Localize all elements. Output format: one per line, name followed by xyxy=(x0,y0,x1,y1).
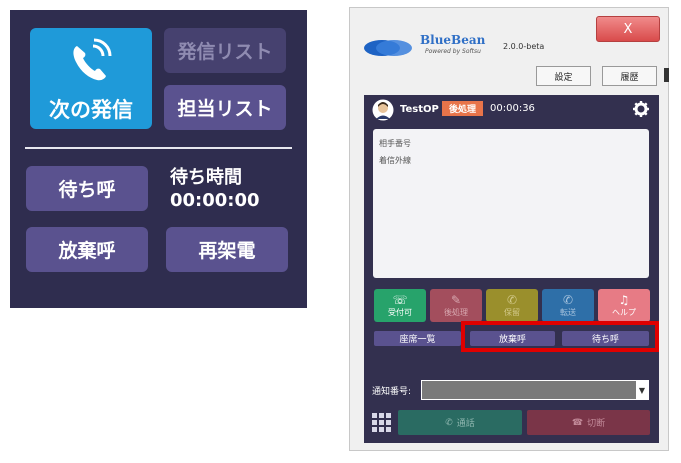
bell-icon: ♫ xyxy=(618,292,630,307)
recall-label: 再架電 xyxy=(198,240,256,262)
memo-icon: ✎ xyxy=(450,292,462,307)
seat-list-label: 座席一覧 xyxy=(399,335,436,345)
brand-name: BlueBean xyxy=(420,33,486,47)
settings-label: 設定 xyxy=(554,72,573,83)
version-label: 2.0.0-beta xyxy=(503,42,545,51)
zoomed-operator-panel: 次の発信 発信リスト 担当リスト 待ち呼 待ち時間 00:00:00 放棄呼 再… xyxy=(10,10,307,308)
phone-ringing-icon xyxy=(73,38,112,81)
info-line-caller: 相手番号 xyxy=(379,139,411,148)
next-call-button[interactable]: 次の発信 xyxy=(30,28,152,129)
notify-number-label: 通知番号: xyxy=(372,387,412,397)
call-button[interactable]: ✆ 通話 xyxy=(398,410,522,435)
gear-icon[interactable] xyxy=(633,101,649,117)
status-badge: 後処理 xyxy=(442,101,483,116)
abandoned-label: 放棄呼 xyxy=(498,335,526,345)
hangup-icon: ☎ xyxy=(571,417,584,428)
waiting-button[interactable]: 待ち呼 xyxy=(562,331,649,346)
after-work-label: 後処理 xyxy=(444,307,468,317)
recall-button[interactable]: 再架電 xyxy=(166,227,288,272)
phone-icon: ✆ xyxy=(445,417,453,428)
collapse-handle[interactable] xyxy=(664,68,669,82)
keypad-icon[interactable] xyxy=(372,413,392,433)
call-list-label: 発信リスト xyxy=(177,41,273,63)
divider xyxy=(25,147,292,149)
transfer-label: 転送 xyxy=(560,307,576,317)
operator-name: TestOP xyxy=(400,104,439,115)
chevron-down-icon: ▼ xyxy=(636,381,648,399)
call-timer: 00:00:36 xyxy=(490,103,535,114)
ready-label: 受付可 xyxy=(388,307,412,317)
close-button[interactable]: X xyxy=(596,16,660,42)
seat-list-button[interactable]: 座席一覧 xyxy=(374,331,461,346)
info-line-line: 着信外線 xyxy=(379,156,411,165)
wait-time-label: 待ち時間 xyxy=(170,167,242,188)
hangup-button[interactable]: ☎ 切断 xyxy=(527,410,650,435)
wait-time-value: 00:00:00 xyxy=(170,190,260,211)
avatar xyxy=(372,99,394,121)
ready-button[interactable]: ☏ 受付可 xyxy=(374,289,426,322)
phone-transfer-icon: ✆ xyxy=(562,292,574,307)
abandoned-call-label: 放棄呼 xyxy=(58,240,116,262)
call-info-box: 相手番号 着信外線 xyxy=(373,129,649,278)
status-badge-label: 後処理 xyxy=(448,105,476,115)
history-label: 履歴 xyxy=(620,72,639,83)
assigned-list-label: 担当リスト xyxy=(177,98,273,120)
settings-button[interactable]: 設定 xyxy=(536,66,591,86)
abandoned-call-button[interactable]: 放棄呼 xyxy=(26,227,148,272)
call-list-button[interactable]: 発信リスト xyxy=(164,28,286,73)
bluebean-logo-icon xyxy=(364,40,412,56)
transfer-button[interactable]: ✆ 転送 xyxy=(542,289,594,322)
next-call-label: 次の発信 xyxy=(49,98,133,122)
headset-icon: ☏ xyxy=(392,292,408,307)
call-label: 通話 xyxy=(456,419,475,429)
after-work-button[interactable]: ✎ 後処理 xyxy=(430,289,482,322)
close-icon: X xyxy=(623,21,633,37)
abandoned-button[interactable]: 放棄呼 xyxy=(470,331,555,346)
assigned-list-button[interactable]: 担当リスト xyxy=(164,85,286,130)
history-button[interactable]: 履歴 xyxy=(602,66,657,86)
phone-hold-icon: ✆ xyxy=(506,292,518,307)
notify-number-select[interactable]: ▼ xyxy=(421,380,649,400)
hangup-label: 切断 xyxy=(587,419,606,429)
waiting-call-button[interactable]: 待ち呼 xyxy=(26,166,148,211)
brand-subtitle: Powered by Softsu xyxy=(425,48,481,55)
hold-label: 保留 xyxy=(504,307,520,317)
waiting-label: 待ち呼 xyxy=(591,335,619,345)
help-label: ヘルプ xyxy=(612,307,636,317)
waiting-call-label: 待ち呼 xyxy=(58,179,116,201)
help-button[interactable]: ♫ ヘルプ xyxy=(598,289,650,322)
hold-button[interactable]: ✆ 保留 xyxy=(486,289,538,322)
